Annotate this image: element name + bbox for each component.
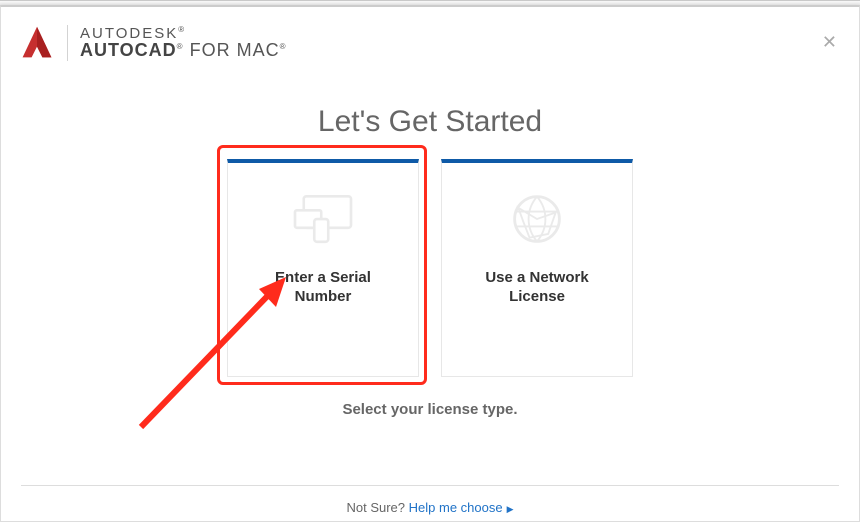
footer-prompt: Not Sure?: [346, 500, 408, 515]
header-divider: [67, 25, 68, 61]
license-options: Enter a Serial Number Use a Network Lice…: [1, 159, 859, 377]
brand-header: AUTODESK® AUTOCAD® FOR MAC®: [19, 25, 287, 61]
subtitle: Select your license type.: [1, 401, 859, 418]
page-title: Let's Get Started: [1, 105, 859, 139]
footer: Not Sure? Help me choose▶: [1, 500, 859, 515]
network-license-label: Use a Network License: [442, 269, 632, 307]
brand-company: AUTODESK: [80, 25, 178, 42]
brand-product: AUTOCAD: [80, 40, 177, 60]
footer-divider: [21, 485, 839, 486]
brand-text: AUTODESK® AUTOCAD® FOR MAC®: [80, 26, 287, 61]
enter-serial-card[interactable]: Enter a Serial Number: [227, 159, 419, 377]
license-window: AUTODESK® AUTOCAD® FOR MAC® ✕ Let's Get …: [0, 6, 860, 522]
brand-variant: FOR MAC: [190, 40, 280, 60]
globe-icon: [502, 191, 572, 247]
enter-serial-label: Enter a Serial Number: [228, 269, 418, 307]
network-license-card[interactable]: Use a Network License: [441, 159, 633, 377]
autodesk-logo-icon: [19, 25, 55, 61]
help-choose-link[interactable]: Help me choose: [409, 500, 503, 515]
close-icon[interactable]: ✕: [822, 33, 837, 51]
devices-icon: [288, 191, 358, 247]
